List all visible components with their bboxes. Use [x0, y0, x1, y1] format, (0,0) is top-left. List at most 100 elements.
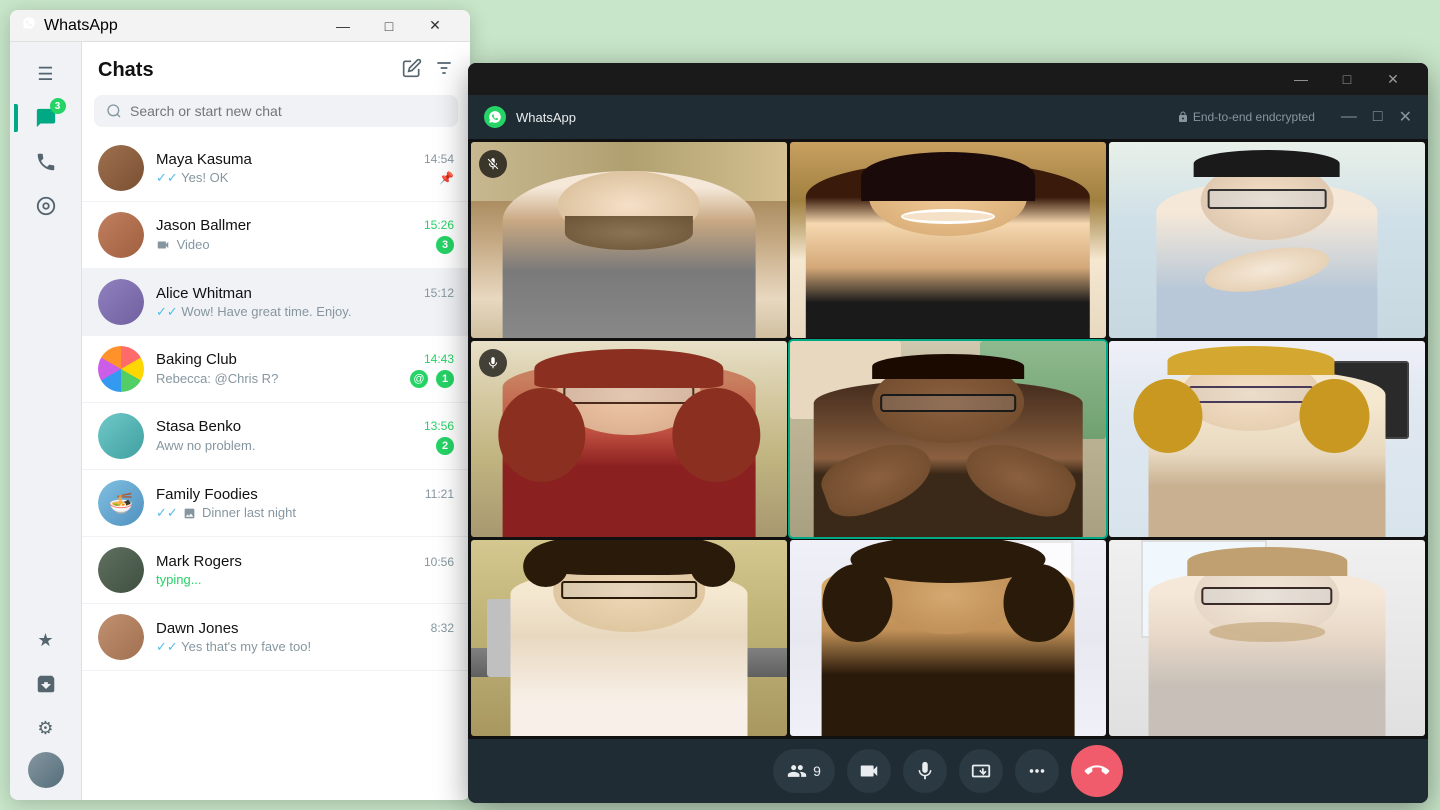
archived-nav-icon[interactable]	[26, 664, 66, 704]
chat-name-mark: Mark Rogers	[156, 553, 242, 570]
chat-item-baking[interactable]: Baking Club 14:43 Rebecca: @Chris R? @ 1	[82, 336, 470, 403]
encrypted-label: End-to-end endcrypted	[1193, 110, 1315, 124]
chat-top-dawn: Dawn Jones 8:32	[156, 620, 454, 637]
chat-bottom-jason: Video 3	[156, 236, 454, 254]
avatar-family: 🍜	[98, 480, 144, 526]
chat-time-family: 11:21	[425, 487, 454, 501]
chat-preview-stasa: Aww no problem.	[156, 438, 432, 453]
chat-item-family[interactable]: 🍜 Family Foodies 11:21 ✓✓ Dinner last ni…	[82, 470, 470, 537]
hamburger-menu-icon[interactable]: ☰	[26, 54, 66, 94]
vc-minimize-button[interactable]: —	[1278, 63, 1324, 95]
chat-top-stasa: Stasa Benko 13:56	[156, 418, 454, 435]
search-input[interactable]	[130, 103, 446, 119]
window-controls: — □ ✕	[320, 10, 458, 42]
search-icon	[106, 103, 122, 119]
minimize-button[interactable]: —	[320, 10, 366, 42]
vc-close-button[interactable]: ✕	[1370, 63, 1416, 95]
camera-icon	[858, 760, 880, 782]
chat-bottom-maya: ✓✓ Yes! OK 📌	[156, 170, 454, 186]
filter-icon[interactable]	[434, 58, 454, 83]
video-cell-8	[790, 540, 1106, 736]
unread-badge-stasa: 2	[436, 437, 454, 455]
chat-name-stasa: Stasa Benko	[156, 418, 241, 435]
chat-item-mark[interactable]: Mark Rogers 10:56 typing...	[82, 537, 470, 604]
chats-title: Chats	[98, 59, 154, 82]
chat-top-jason: Jason Ballmer 15:26	[156, 217, 454, 234]
chat-name-maya: Maya Kasuma	[156, 151, 252, 168]
chat-name-family: Family Foodies	[156, 486, 258, 503]
close-button[interactable]: ✕	[412, 10, 458, 42]
chat-time-jason: 15:26	[424, 218, 454, 232]
chat-name-alice: Alice Whitman	[156, 285, 252, 302]
chat-item-dawn[interactable]: Dawn Jones 8:32 ✓✓ Yes that's my fave to…	[82, 604, 470, 671]
chat-bottom-stasa: Aww no problem. 2	[156, 437, 454, 455]
chat-info-family: Family Foodies 11:21 ✓✓ Dinner last nigh…	[156, 486, 454, 521]
vc-header-minimize[interactable]: —	[1341, 107, 1357, 127]
pin-icon-maya: 📌	[439, 171, 454, 185]
camera-button[interactable]	[847, 749, 891, 793]
chat-top-mark: Mark Rogers 10:56	[156, 553, 454, 570]
microphone-button[interactable]	[903, 749, 947, 793]
chats-badge: 3	[50, 98, 66, 114]
chat-top-family: Family Foodies 11:21	[156, 486, 454, 503]
participants-button[interactable]: 9	[773, 749, 835, 793]
video-cell-2	[790, 142, 1106, 338]
chat-item-stasa[interactable]: Stasa Benko 13:56 Aww no problem. 2	[82, 403, 470, 470]
chat-bottom-mark: typing...	[156, 572, 454, 587]
chat-time-maya: 14:54	[424, 152, 454, 166]
chat-bottom-baking: Rebecca: @Chris R? @ 1	[156, 370, 454, 388]
lock-icon	[1177, 111, 1189, 123]
user-avatar[interactable]	[28, 752, 64, 788]
vc-app-name: WhatsApp	[516, 110, 576, 125]
participants-count: 9	[813, 763, 821, 779]
vc-app-logo	[484, 106, 506, 128]
chat-item-maya[interactable]: Maya Kasuma 14:54 ✓✓ Yes! OK 📌	[82, 135, 470, 202]
chat-item-jason[interactable]: Jason Ballmer 15:26 Video 3	[82, 202, 470, 269]
end-call-icon	[1080, 754, 1114, 788]
vc-maximize-button[interactable]: □	[1324, 63, 1370, 95]
more-options-button[interactable]	[1015, 749, 1059, 793]
chat-time-alice: 15:12	[424, 286, 454, 300]
chat-info-maya: Maya Kasuma 14:54 ✓✓ Yes! OK 📌	[156, 151, 454, 186]
video-cell-6	[1109, 341, 1425, 537]
video-call-window: — □ ✕ WhatsApp End-to-end endcrypted — □…	[468, 63, 1428, 803]
vc-windows-title-bar: — □ ✕	[468, 63, 1428, 95]
mute-icon-4	[479, 349, 507, 377]
chat-preview-mark: typing...	[156, 572, 454, 587]
starred-nav-icon[interactable]: ★	[26, 620, 66, 660]
vc-header-maximize[interactable]: □	[1373, 107, 1383, 127]
avatar-stasa	[98, 413, 144, 459]
chat-info-baking: Baking Club 14:43 Rebecca: @Chris R? @ 1	[156, 351, 454, 388]
vc-header-close[interactable]: ✕	[1399, 107, 1412, 127]
chat-time-stasa: 13:56	[424, 419, 454, 433]
chat-info-mark: Mark Rogers 10:56 typing...	[156, 553, 454, 587]
screen-share-button[interactable]	[959, 749, 1003, 793]
end-call-button[interactable]	[1071, 745, 1123, 797]
compose-icon[interactable]	[402, 58, 422, 83]
chat-item-alice[interactable]: Alice Whitman 15:12 ✓✓ Wow! Have great t…	[82, 269, 470, 336]
search-bar[interactable]	[94, 95, 458, 127]
maximize-button[interactable]: □	[366, 10, 412, 42]
chat-preview-baking: Rebecca: @Chris R?	[156, 371, 406, 386]
windows-title-bar: WhatsApp — □ ✕	[10, 10, 470, 42]
avatar-maya	[98, 145, 144, 191]
chat-top-maya: Maya Kasuma 14:54	[156, 151, 454, 168]
participants-icon	[787, 761, 807, 781]
calls-nav-icon[interactable]	[26, 142, 66, 182]
mute-icon-1	[479, 150, 507, 178]
chats-nav-icon[interactable]: 3	[26, 98, 66, 138]
chat-top-baking: Baking Club 14:43	[156, 351, 454, 368]
chat-time-baking: 14:43	[424, 352, 454, 366]
status-nav-icon[interactable]	[26, 186, 66, 226]
chat-list: Maya Kasuma 14:54 ✓✓ Yes! OK 📌	[82, 135, 470, 800]
screen-share-icon	[970, 760, 992, 782]
chat-name-dawn: Dawn Jones	[156, 620, 239, 637]
avatar-mark	[98, 547, 144, 593]
settings-nav-icon[interactable]: ⚙	[26, 708, 66, 748]
microphone-icon	[914, 760, 936, 782]
video-cell-3	[1109, 142, 1425, 338]
chat-bottom-dawn: ✓✓ Yes that's my fave too!	[156, 639, 454, 655]
vc-header-win-controls: — □ ✕	[1341, 107, 1412, 127]
vc-controls-bar: 9	[468, 739, 1428, 803]
chat-info-stasa: Stasa Benko 13:56 Aww no problem. 2	[156, 418, 454, 455]
